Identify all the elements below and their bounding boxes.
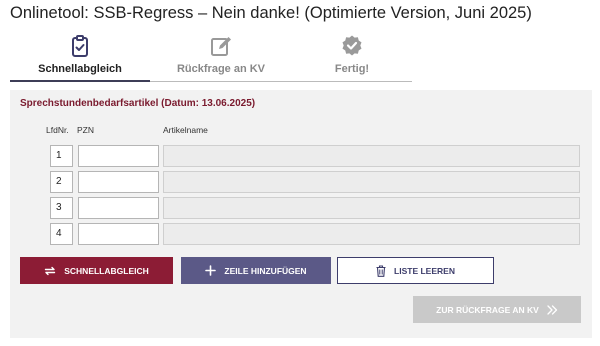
pzn-input[interactable] — [78, 223, 159, 245]
tab-rueckfrage[interactable]: Rückfrage an KV — [150, 34, 292, 82]
button-label: LISTE LEEREN — [394, 265, 455, 276]
table-row: 1 — [10, 145, 592, 167]
button-label: ZEILE HINZUFÜGEN — [224, 265, 307, 276]
page-title: Onlinetool: SSB-Regress – Nein danke! (O… — [10, 4, 532, 22]
article-name-field — [163, 171, 580, 193]
pzn-input[interactable] — [78, 171, 159, 193]
table-row: 3 — [10, 197, 592, 219]
row-number: 3 — [50, 197, 73, 219]
tab-label: Schnellabgleich — [38, 63, 122, 75]
pzn-input[interactable] — [78, 197, 159, 219]
button-label: SCHNELLABGLEICH — [64, 265, 149, 276]
clipboard-check-icon — [10, 34, 150, 58]
row-number: 4 — [50, 223, 73, 245]
row-number: 1 — [50, 145, 73, 167]
section-title: Sprechstundenbedarfsartikel (Datum: 13.0… — [20, 98, 256, 109]
column-header-lfdnr: LfdNr. — [46, 125, 69, 135]
tab-schnellabgleich[interactable]: Schnellabgleich — [10, 34, 150, 82]
check-badge-icon — [292, 34, 412, 58]
form-panel: Sprechstundenbedarfsartikel (Datum: 13.0… — [10, 90, 592, 338]
next-to-rueckfrage-button[interactable]: ZUR RÜCKFRAGE AN KV — [413, 296, 581, 323]
sync-icon — [44, 265, 56, 277]
trash-icon — [376, 264, 386, 277]
column-header-artikelname: Artikelname — [163, 125, 208, 135]
button-label: ZUR RÜCKFRAGE AN KV — [436, 304, 539, 315]
plus-icon — [205, 265, 217, 276]
tab-label: Fertig! — [334, 63, 370, 75]
step-tabs: Schnellabgleich Rückfrage an KV Fertig! — [10, 34, 412, 82]
double-chevron-right-icon — [547, 304, 558, 315]
pzn-input[interactable] — [78, 145, 159, 167]
active-tab-indicator — [10, 80, 150, 82]
column-header-pzn: PZN — [77, 125, 94, 135]
tab-label: Rückfrage an KV — [176, 63, 266, 75]
table-row: 4 — [10, 223, 592, 245]
table-row: 2 — [10, 171, 592, 193]
article-name-field — [163, 223, 580, 245]
add-row-button[interactable]: ZEILE HINZUFÜGEN — [181, 257, 331, 284]
edit-icon — [150, 34, 292, 58]
clear-list-button[interactable]: LISTE LEEREN — [337, 257, 494, 284]
article-name-field — [163, 145, 580, 167]
row-number: 2 — [50, 171, 73, 193]
tab-fertig[interactable]: Fertig! — [292, 34, 412, 82]
schnellabgleich-button[interactable]: SCHNELLABGLEICH — [20, 257, 173, 284]
article-name-field — [163, 197, 580, 219]
